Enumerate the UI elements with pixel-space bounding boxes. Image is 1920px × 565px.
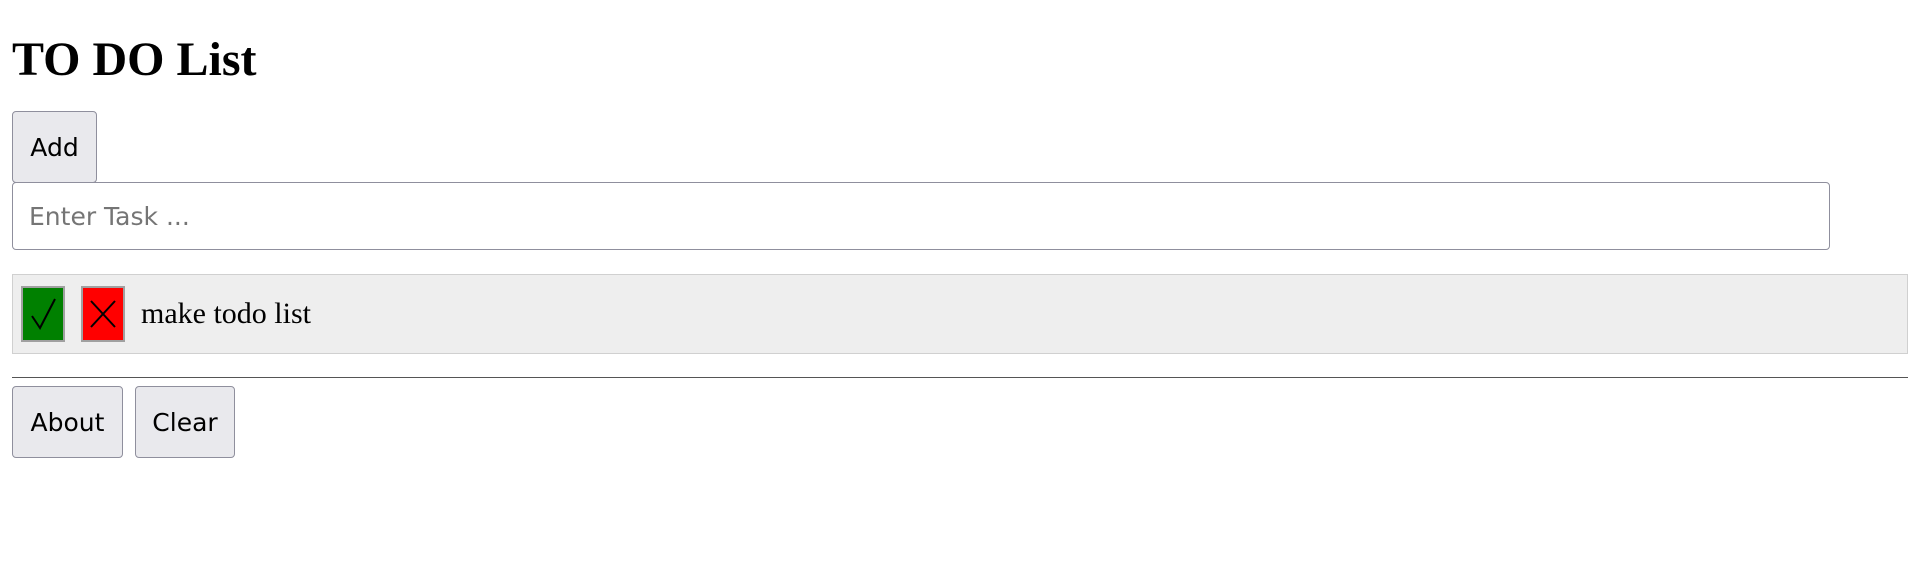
todo-item: make todo list [12,274,1908,354]
about-button[interactable]: About [12,386,123,458]
clear-button[interactable]: Clear [135,386,235,458]
divider [12,377,1908,378]
task-input[interactable] [12,182,1830,250]
todo-list: make todo list [12,274,1908,354]
x-icon [88,296,118,332]
delete-task-button[interactable] [81,286,125,342]
page-title: TO DO List [12,33,257,86]
complete-task-button[interactable] [21,286,65,342]
add-button[interactable]: Add [12,111,97,183]
todo-text: make todo list [141,297,311,330]
check-icon [29,296,57,332]
